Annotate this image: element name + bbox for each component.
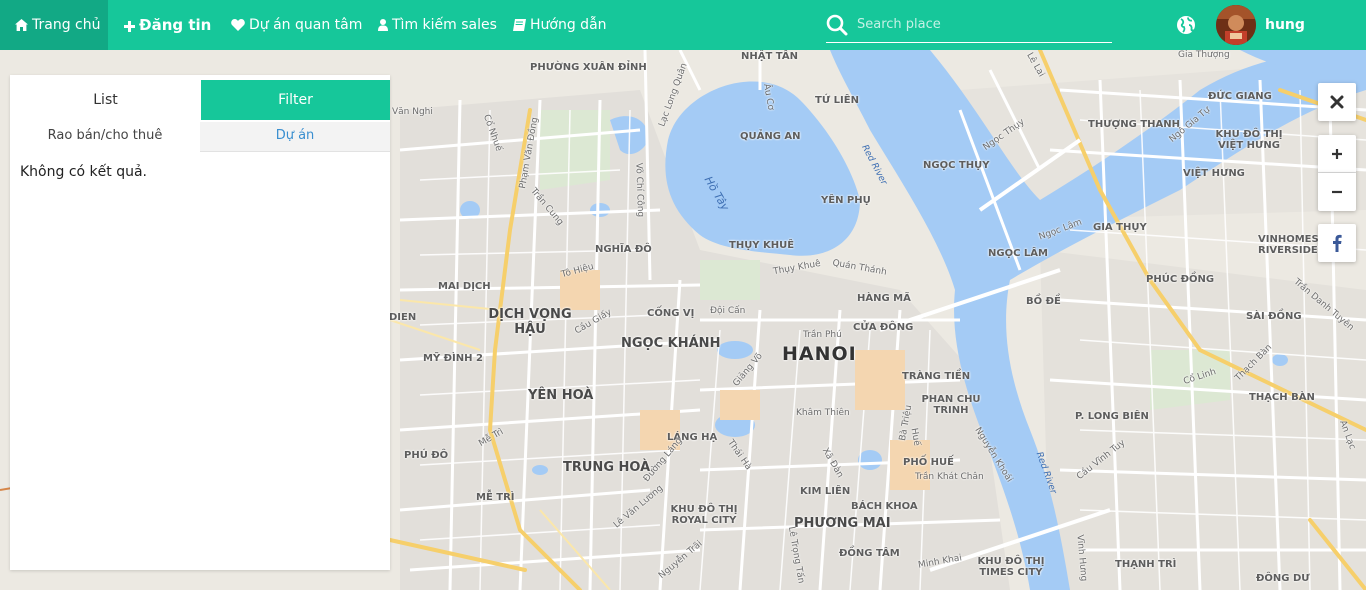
road-label: Võ Chí Công [633,162,646,218]
place-label: KIM LIÊN [800,486,851,497]
empty-results-message: Không có kết quả. [20,164,147,180]
heart-icon [231,19,245,31]
plus-icon [124,21,135,32]
subtab-rent[interactable]: Rao bán/cho thuê [10,122,200,152]
search-input[interactable] [857,13,1107,35]
results-panel: List Filter Rao bán/cho thuê Dự án Không… [10,75,390,570]
place-search [826,8,1112,43]
facebook-icon [1333,234,1342,252]
place-label: YÊN HOÀ [528,388,594,403]
road-label: Trần Khát Chân [915,472,984,482]
nav-find-sales-label: Tìm kiếm sales [392,17,497,33]
place-label: KHU ĐÔ THỊ TIMES CITY [977,556,1045,578]
place-label: SÀI ĐỒNG [1246,311,1302,322]
place-label: THỤY KHUÊ [729,240,795,251]
nav-guide[interactable]: Hướng dẫn [513,0,607,50]
place-label: NHẬT TÂN [741,51,798,62]
place-label: NGỌC LÂM [988,248,1048,259]
place-label: BỒ ĐỀ [1026,296,1061,307]
place-label: MỸ ĐÌNH 2 [423,353,483,364]
place-label: ĐỨC GIANG [1208,91,1272,102]
home-icon [15,19,28,31]
place-label: ĐÔNG DƯ [1256,573,1310,584]
place-label: QUẢNG AN [740,131,801,142]
place-label: P. LONG BIÊN [1075,411,1149,422]
road-label: Văn Nghi [392,107,433,117]
top-navbar: Trang chủ Đăng tin Dự án quan tâm Tìm ki… [0,0,1366,50]
avatar-image [1216,5,1256,45]
place-label: PHƯƠNG MAI [794,516,891,531]
place-label: PHỐ HUẾ [903,457,955,468]
city-label: Hanoi [782,343,857,365]
place-label: KHU ĐÔ THỊ VIỆT HƯNG [1215,129,1283,151]
nav-post-label: Đăng tin [139,16,212,34]
place-label: TỨ LIÊN [815,95,859,106]
tab-filter[interactable]: Filter [201,80,390,120]
place-label: TRÀNG TIỀN [902,371,971,382]
nav-post[interactable]: Đăng tin [124,0,211,50]
place-label: TRUNG HOÀ [563,460,651,475]
subtab-project[interactable]: Dự án [200,122,390,152]
place-label: PHƯỜNG XUÂN ĐỈNH [530,62,647,73]
road-label: Khâm Thiên [796,408,850,418]
place-label: NGỌC THỤY [923,160,990,171]
nav-favorites-label: Dự án quan tâm [249,17,363,33]
place-label: CỬA ĐÔNG [853,322,914,333]
nav-home-label: Trang chủ [32,17,101,33]
place-label: MỄ TRÌ [476,492,515,503]
nav-home[interactable]: Trang chủ [0,0,108,50]
tab-list[interactable]: List [10,75,201,125]
place-label: THƯỢNG THANH [1088,119,1181,130]
place-text: PHƯỜNG XUÂN ĐỈNH [530,62,647,73]
place-label: THẠNH TRÌ [1115,559,1177,570]
book-icon [513,19,526,31]
facebook-button[interactable] [1318,224,1356,262]
close-button[interactable] [1318,83,1356,121]
avatar[interactable] [1216,5,1256,45]
place-label: BÁCH KHOA [851,501,918,512]
place-label: DỊCH VỌNG HẬU [488,307,572,337]
username[interactable]: hung [1265,0,1305,50]
search-icon [826,14,848,36]
place-label: DIEN [389,312,417,323]
nav-guide-label: Hướng dẫn [530,17,607,33]
close-icon [1330,95,1344,109]
globe-icon[interactable] [1176,15,1196,35]
place-label: CỐNG VỊ [647,308,695,319]
place-label: NGHĨA ĐÔ [595,244,652,255]
place-label: KHU ĐÔ THỊ ROYAL CITY [670,504,738,526]
zoom-out-button[interactable] [1318,173,1356,211]
minus-icon [1332,190,1342,194]
place-label: PHÚ ĐÔ [404,450,449,461]
place-label: NGỌC KHÁNH [621,336,721,351]
place-label: MAI DỊCH [438,281,491,292]
user-icon [378,19,388,31]
road-label: Trần Phú [803,330,842,340]
nav-favorites[interactable]: Dự án quan tâm [231,0,362,50]
zoom-in-button[interactable] [1318,135,1356,173]
place-label: PHÚC ĐỒNG [1146,274,1215,285]
nav-find-sales[interactable]: Tìm kiếm sales [378,0,497,50]
place-label: THẠCH BÀN [1249,392,1315,403]
place-label: YÊN PHỤ [821,195,871,206]
plus-icon [1332,148,1342,159]
road-label: Đội Cấn [710,306,746,316]
place-label: VIỆT HƯNG [1183,168,1245,179]
place-label: PHAN CHU TRINH [921,394,981,416]
road-label: Gia Thượng [1178,50,1230,60]
place-label: GIA THỤY [1093,222,1147,233]
place-label: HÀNG MÃ [857,293,911,304]
place-label: ĐỒNG TÂM [839,548,900,559]
